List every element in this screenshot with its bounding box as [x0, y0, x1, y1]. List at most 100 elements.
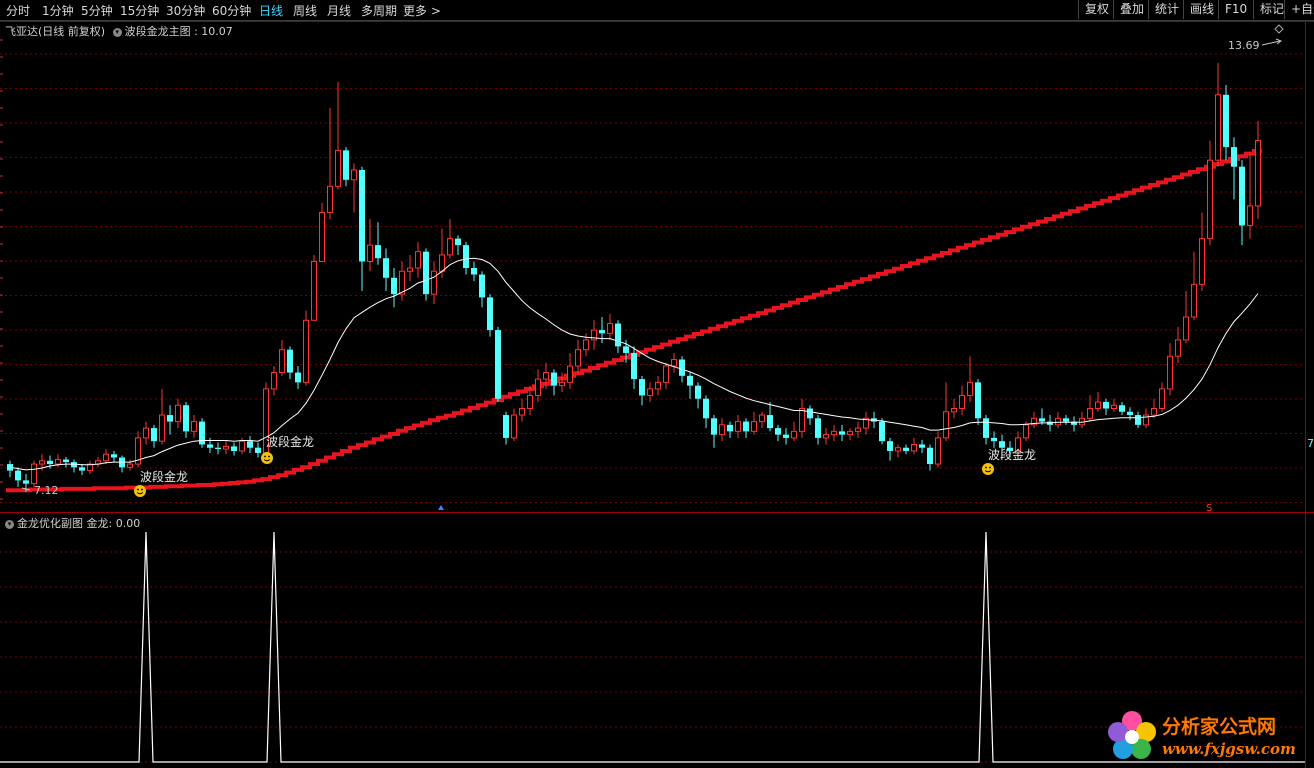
- candle: [567, 352, 573, 389]
- candle: [391, 268, 397, 308]
- candle: [727, 421, 733, 438]
- band-line: [6, 149, 1262, 493]
- candle: [791, 421, 797, 442]
- candle: [735, 415, 741, 438]
- main-indicator-name[interactable]: 波段金龙主图: [125, 25, 191, 38]
- candle: [303, 310, 309, 386]
- candle: [767, 401, 773, 432]
- low-price-label: 7.12: [34, 484, 59, 497]
- candle: [503, 411, 509, 445]
- candle: [135, 431, 141, 468]
- candle: [1159, 382, 1165, 412]
- candle: [1135, 411, 1141, 429]
- candle: [695, 382, 701, 409]
- candlestick-series: [7, 62, 1261, 493]
- candle: [703, 395, 709, 429]
- candle: [399, 261, 405, 301]
- candle: [471, 261, 477, 282]
- kline-chart[interactable]: 13.69 7.12 波段金龙 波段金龙 波段金龙 S 7: [0, 0, 1314, 768]
- candle: [1071, 416, 1077, 432]
- candle: [671, 352, 677, 373]
- candle: [655, 375, 661, 396]
- cursor-marker-icon: [438, 505, 444, 510]
- smiley-icon: [261, 452, 273, 464]
- candle: [855, 421, 861, 438]
- candle: [775, 424, 781, 442]
- candle: [479, 271, 485, 308]
- settings-gear-icon[interactable]: ▾: [5, 520, 14, 529]
- candle: [447, 218, 453, 259]
- watermark-url: www.fxjgsw.com: [1162, 740, 1296, 758]
- watermark: 分析家公式网 www.fxjgsw.com: [1104, 708, 1309, 764]
- candle: [831, 424, 837, 442]
- main-indicator-value: : 10.07: [194, 25, 233, 38]
- candle: [559, 372, 565, 393]
- sub-indicator-name[interactable]: 金龙优化副图: [17, 517, 83, 530]
- signal-label-3: 波段金龙: [988, 447, 1036, 462]
- candle: [343, 147, 349, 187]
- flower-logo-icon: [1108, 711, 1156, 759]
- candle: [1239, 160, 1245, 246]
- candle: [1095, 392, 1101, 412]
- candle: [79, 464, 85, 476]
- candle: [375, 222, 381, 265]
- candle: [463, 241, 469, 275]
- candle: [87, 460, 93, 474]
- candle: [895, 444, 901, 458]
- candle: [687, 372, 693, 399]
- candle: [271, 366, 277, 396]
- sub-series-label: 金龙:: [86, 517, 113, 530]
- high-price-label: 13.69: [1228, 39, 1260, 52]
- candle: [1223, 85, 1229, 161]
- candle: [1119, 401, 1125, 416]
- settings-gear-icon[interactable]: ▾: [112, 28, 122, 37]
- candle: [711, 415, 717, 448]
- candle: [215, 442, 221, 455]
- candle: [119, 455, 125, 473]
- candle: [1175, 326, 1181, 363]
- candle: [199, 418, 205, 448]
- candle: [167, 405, 173, 435]
- candle: [983, 415, 989, 445]
- candle: [1063, 415, 1069, 425]
- candle: [935, 431, 941, 468]
- candle: [967, 356, 973, 402]
- candle: [183, 401, 189, 438]
- candle: [1191, 251, 1197, 321]
- candle: [887, 437, 893, 461]
- candle: [431, 261, 437, 304]
- candle: [815, 415, 821, 445]
- candle: [359, 166, 365, 291]
- candle: [71, 459, 77, 473]
- candle: [847, 428, 853, 440]
- candle: [423, 248, 429, 301]
- candle: [311, 254, 317, 321]
- candle: [1039, 408, 1045, 425]
- candle: [7, 460, 13, 478]
- candle: [255, 442, 261, 458]
- candle: [103, 449, 109, 465]
- candle: [295, 366, 301, 389]
- candle: [663, 362, 669, 389]
- candle: [927, 444, 933, 471]
- signal-label-1: 波段金龙: [266, 434, 314, 449]
- candle: [783, 428, 789, 445]
- candle: [943, 382, 949, 442]
- candle: [639, 375, 645, 406]
- candle: [759, 411, 765, 429]
- candle: [911, 437, 917, 455]
- candle: [1111, 398, 1117, 412]
- candle: [863, 411, 869, 435]
- candle: [31, 460, 37, 487]
- candle: [319, 202, 325, 262]
- smiley-icon: [134, 485, 146, 497]
- candle: [519, 398, 525, 422]
- candle: [1143, 408, 1149, 429]
- candle: [1207, 140, 1213, 246]
- watermark-title: 分析家公式网: [1162, 716, 1277, 738]
- candle: [591, 320, 597, 350]
- candle: [191, 415, 197, 438]
- golden-dragon-band: [6, 149, 1262, 493]
- candle: [951, 398, 957, 419]
- candle: [175, 398, 181, 429]
